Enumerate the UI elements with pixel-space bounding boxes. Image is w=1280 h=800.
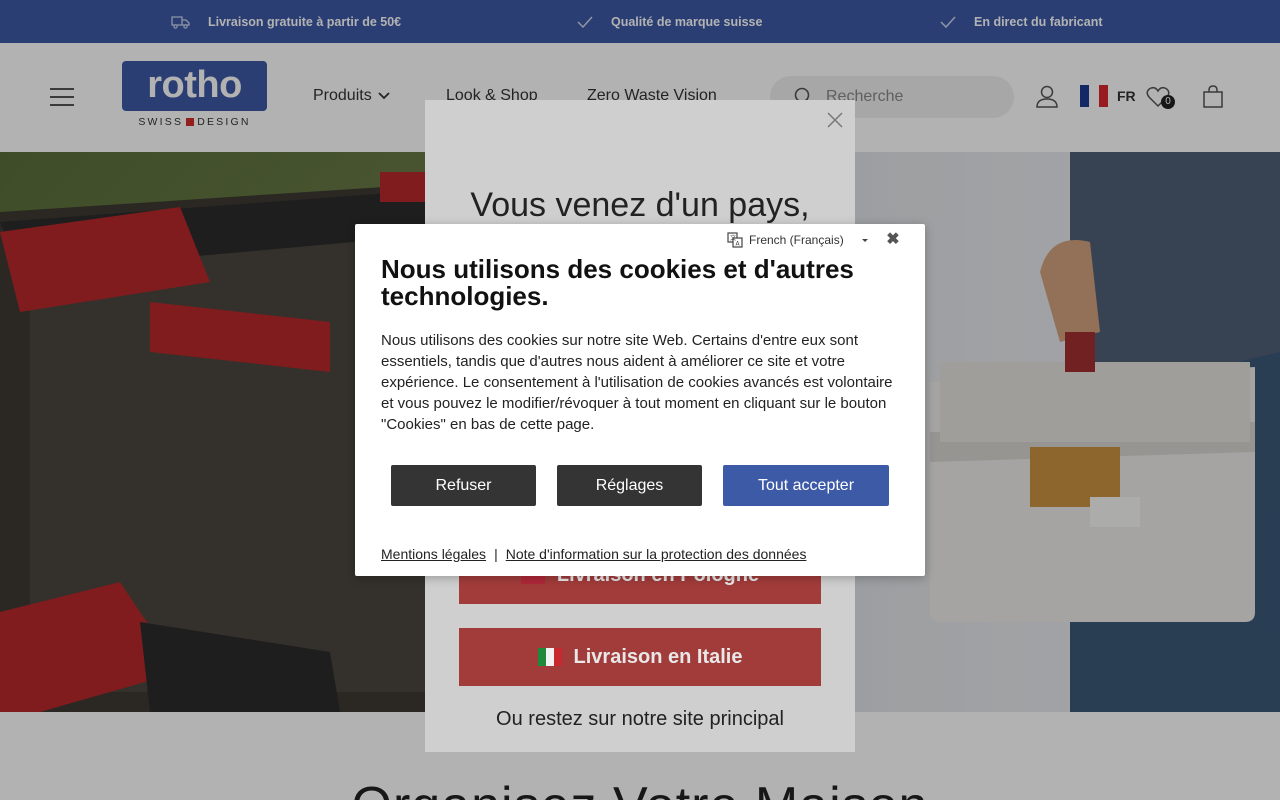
cookie-dialog: 文 A French (Français) ✖ Nous utilisons d… <box>355 224 925 576</box>
cookie-body-text: Nous utilisons des cookies sur notre sit… <box>381 332 893 433</box>
cookie-language-label: French (Français) <box>749 233 844 247</box>
close-icon[interactable] <box>825 110 845 130</box>
legal-notice-link[interactable]: Mentions légales <box>381 546 486 562</box>
stay-main-site-link[interactable]: Ou restez sur notre site principal <box>425 708 855 731</box>
close-icon[interactable]: ✖ <box>885 232 901 248</box>
accept-all-button[interactable]: Tout accepter <box>723 465 889 506</box>
it-flag-icon <box>537 648 562 666</box>
cookie-title: Nous utilisons des cookies et d'autres t… <box>381 254 854 311</box>
cookie-language-select[interactable]: 文 A French (Français) <box>727 232 872 248</box>
caret-down-icon <box>861 239 868 242</box>
translate-icon: 文 A <box>727 232 743 248</box>
delivery-italy-label: Livraison en Italie <box>573 645 743 668</box>
country-modal-title: Vous venez d'un pays, <box>470 186 810 224</box>
settings-button[interactable]: Réglages <box>557 465 702 506</box>
cookie-links: Mentions légales | Note d'information su… <box>381 546 806 562</box>
privacy-notice-link[interactable]: Note d'information sur la protection des… <box>506 546 807 562</box>
refuse-button[interactable]: Refuser <box>391 465 536 506</box>
delivery-italy-button[interactable]: Livraison en Italie <box>459 628 821 686</box>
link-separator: | <box>494 546 498 562</box>
